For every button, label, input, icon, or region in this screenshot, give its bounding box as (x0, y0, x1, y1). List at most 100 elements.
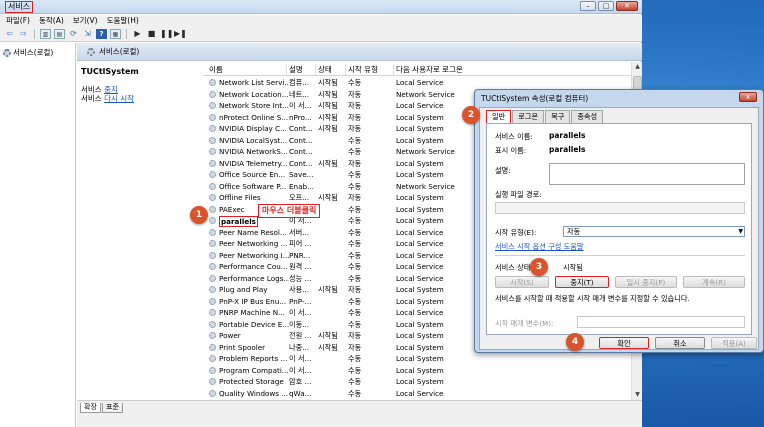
table-row[interactable]: Program Compati... 이 서... 수동 Local System (203, 365, 631, 377)
scroll-down-icon[interactable]: ▼ (632, 390, 643, 400)
properties-icon[interactable]: ▤ (54, 29, 65, 39)
cell-name: Network Store Int... (219, 101, 289, 110)
column-status[interactable]: 상태 (318, 64, 346, 75)
restart-service-link[interactable]: 다시 시작 (104, 94, 134, 103)
cell-status: 시작됨 (318, 342, 338, 352)
window-title: 서비스 (5, 1, 34, 13)
refresh-icon[interactable]: ⟳ (68, 29, 79, 39)
cell-description: 사용... (289, 285, 310, 294)
resume-button[interactable]: 계속(R) (683, 276, 745, 288)
startup-type-label: 시작 유형(E): (495, 228, 537, 237)
cell-logon: Local Service (396, 273, 444, 283)
back-icon[interactable]: ⇦ (4, 29, 15, 39)
step-marker-4: 4 (566, 333, 584, 351)
stop-icon[interactable]: ■ (146, 29, 157, 39)
table-row[interactable]: Quality Windows ... qWa... 수동 Local Service (203, 388, 631, 400)
export-icon[interactable]: ⇲ (82, 29, 93, 39)
double-click-callout: 마우스 더블클릭 (258, 204, 321, 218)
apply-button[interactable]: 적용(A) (711, 337, 757, 349)
status-bar: 확장 표준 (77, 400, 642, 427)
tab-logon[interactable]: 로그온 (512, 110, 545, 124)
step-marker-3: 3 (530, 258, 548, 276)
stop-service-link[interactable]: 중지 (104, 85, 118, 94)
tab-general[interactable]: 일반 (486, 110, 512, 124)
table-row[interactable]: Protected Storage 암호 ... 수동 Local System (203, 376, 631, 388)
cancel-button[interactable]: 취소 (655, 337, 705, 349)
restart-icon[interactable]: ▶❚ (174, 29, 187, 39)
tab-standard[interactable]: 표준 (102, 403, 123, 413)
cell-description: Enab... (289, 181, 314, 191)
service-gear-icon (209, 263, 216, 270)
cell-logon: Network Service (396, 181, 455, 191)
column-startup-type[interactable]: 시작 유형 (348, 64, 394, 75)
start-button[interactable]: 시작(S) (495, 276, 549, 288)
cell-name: Performance Cou... (219, 262, 288, 271)
cell-description: 피어 ... (289, 239, 312, 248)
cell-description: 오프... (289, 193, 310, 202)
cell-description: 원격 ... (289, 262, 312, 271)
service-name-label: 서비스 이름: (495, 132, 533, 141)
cell-startup-type: 수동 (348, 78, 362, 87)
menu-file[interactable]: 파일(F) (6, 15, 30, 27)
cell-logon: Local System (396, 331, 444, 340)
cell-name: NVIDIA Display C... (219, 124, 287, 133)
help-icon[interactable]: ? (96, 29, 107, 39)
cell-logon: Local Service (396, 308, 444, 317)
table-row[interactable]: Network List Servi... 컴퓨... 시작됨 수동 Local Ser… (203, 77, 631, 89)
menu-view[interactable]: 보기(V) (73, 15, 98, 27)
chevron-down-icon: ▼ (738, 228, 743, 235)
pane-header: 서비스(로컬) (77, 43, 642, 61)
close-button[interactable]: ✕ (616, 1, 638, 11)
view-icon[interactable]: ▦ (110, 29, 121, 39)
display-name-value: parallels (549, 145, 586, 154)
cell-description: 이 서... (289, 365, 312, 375)
menu-action[interactable]: 동작(A) (39, 15, 64, 27)
cell-logon: Local System (396, 204, 444, 214)
column-description[interactable]: 설명 (289, 64, 316, 75)
start-params-field[interactable] (577, 316, 745, 328)
forward-icon[interactable]: ⇨ (18, 29, 29, 39)
cell-logon: Local System (396, 354, 444, 363)
cell-startup-type: 수동 (348, 147, 362, 156)
console-tree-icon[interactable]: ▥ (40, 29, 51, 39)
startup-type-select[interactable]: 자동 ▼ (563, 226, 745, 237)
play-icon[interactable]: ▶ (132, 29, 143, 39)
cell-logon: Local Service (396, 388, 444, 398)
ok-button[interactable]: 확인 (599, 337, 649, 349)
dialog-close-button[interactable]: x (739, 92, 757, 102)
tab-dependencies[interactable]: 종속성 (571, 110, 604, 124)
tab-recovery[interactable]: 복구 (545, 110, 571, 124)
cell-name: Quality Windows ... (219, 388, 289, 398)
cell-name: Office Source En... (219, 170, 286, 179)
cell-name: Problem Reports ... (219, 354, 288, 363)
start-params-hint: 서비스를 시작할 때 적용할 시작 매개 변수를 지정할 수 있습니다. (495, 294, 690, 303)
cell-name: Peer Networking I... (219, 250, 289, 260)
tab-extended[interactable]: 확장 (80, 403, 101, 413)
column-name[interactable]: 이름 (209, 64, 287, 75)
cell-name: nProtect Online S... (219, 112, 289, 122)
pause-button[interactable]: 일시 중지(P) (615, 276, 677, 288)
cell-startup-type: 자동 (348, 101, 362, 110)
service-gear-icon (209, 217, 216, 224)
cell-description: Cont... (289, 147, 313, 156)
cell-description: 컴퓨... (289, 78, 310, 87)
cell-name: Network Location... (219, 89, 289, 99)
cell-status: 시작됨 (318, 78, 338, 87)
maximize-button[interactable]: □ (598, 1, 614, 11)
cell-startup-type: 자동 (348, 112, 362, 122)
cell-name: Plug and Play (219, 285, 268, 294)
cell-description: 성능 ... (289, 273, 312, 283)
startup-help-link[interactable]: 서비스 시작 옵션 구성 도움말 (495, 242, 584, 252)
stop-button[interactable]: 중지(T) (555, 276, 609, 288)
column-logon-as[interactable]: 다음 사용자로 로그온 (396, 64, 491, 75)
cell-description: 나중... (289, 342, 310, 352)
scroll-up-icon[interactable]: ▲ (632, 62, 643, 72)
pause-icon[interactable]: ❚❚ (160, 29, 173, 39)
menu-help[interactable]: 도움말(H) (107, 15, 139, 27)
cell-logon: Local System (396, 285, 444, 294)
minimize-button[interactable]: – (580, 1, 596, 11)
table-row[interactable]: Problem Reports ... 이 서... 수동 Local System (203, 353, 631, 365)
tree-item-services-local[interactable]: 서비스(로컬) (3, 47, 72, 58)
description-field[interactable] (549, 163, 745, 185)
cell-name: Office Software P... (219, 181, 287, 191)
